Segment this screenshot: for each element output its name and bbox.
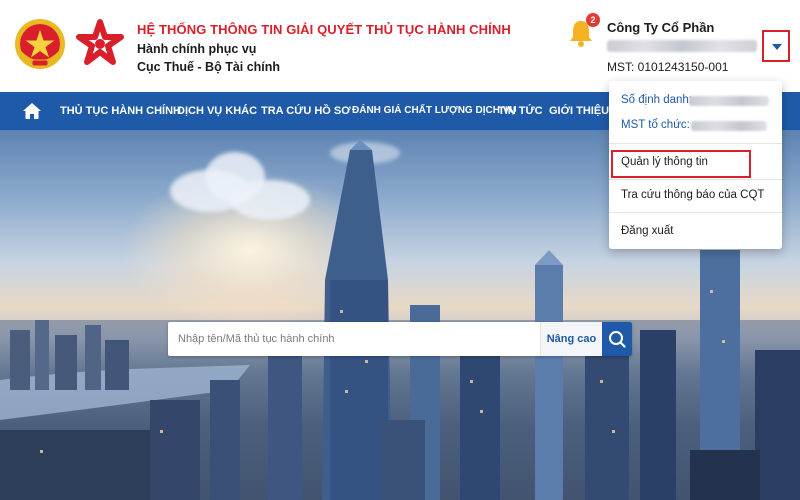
caret-down-icon [772, 44, 782, 50]
account-dropdown-button[interactable] [762, 30, 790, 62]
home-icon[interactable] [22, 101, 42, 121]
search-input[interactable] [168, 322, 540, 356]
menu-divider [609, 212, 782, 213]
redacted-id-number [689, 96, 769, 106]
page: HỆ THỐNG THÔNG TIN GIẢI QUYẾT THỦ TỤC HÀ… [0, 0, 800, 500]
highlight-annotation [611, 150, 751, 178]
national-emblem-logo [15, 19, 65, 69]
search-button[interactable] [602, 322, 632, 356]
id-number-label: Số định danh: [621, 94, 692, 106]
company-name: Công Ty Cổ Phần [607, 20, 715, 35]
nav-item-tin-tuc[interactable]: TIN TỨC [498, 92, 543, 130]
service-logo [76, 19, 124, 65]
header: HỆ THỐNG THÔNG TIN GIẢI QUYẾT THỦ TỤC HÀ… [0, 0, 800, 92]
notification-count-badge: 2 [586, 13, 600, 27]
nav-item-danh-gia[interactable]: ĐÁNH GIÁ CHẤT LƯỢNG DỊCH VỤ [352, 92, 517, 130]
menu-item-tax-notices[interactable]: Tra cứu thông báo của CQT [621, 189, 764, 201]
nav-item-thu-tuc[interactable]: THỦ TỤC HÀNH CHÍNH [60, 92, 181, 130]
nav-item-tra-cuu[interactable]: TRA CỨU HỒ SƠ [261, 92, 351, 130]
menu-item-logout[interactable]: Đăng xuất [621, 225, 673, 237]
advanced-search-button[interactable]: Nâng cao [540, 322, 602, 356]
search-icon [609, 331, 626, 348]
nav-item-dich-vu[interactable]: DỊCH VỤ KHÁC [177, 92, 257, 130]
nav-item-gioi-thieu[interactable]: GIỚI THIỆU [549, 92, 609, 130]
redacted-org-tax-code [691, 121, 767, 131]
agency-name: Cục Thuế - Bộ Tài chính [137, 60, 281, 74]
redacted-company-detail [607, 40, 757, 52]
system-title: HỆ THỐNG THÔNG TIN GIẢI QUYẾT THỦ TỤC HÀ… [137, 22, 511, 37]
company-tax-code: MST: 0101243150-001 [607, 60, 729, 74]
org-tax-code-label: MST tổ chức: [621, 119, 690, 131]
search-bar: Nâng cao [168, 322, 632, 356]
menu-divider [609, 143, 782, 144]
menu-divider [609, 179, 782, 180]
system-subtitle: Hành chính phục vụ [137, 42, 257, 56]
